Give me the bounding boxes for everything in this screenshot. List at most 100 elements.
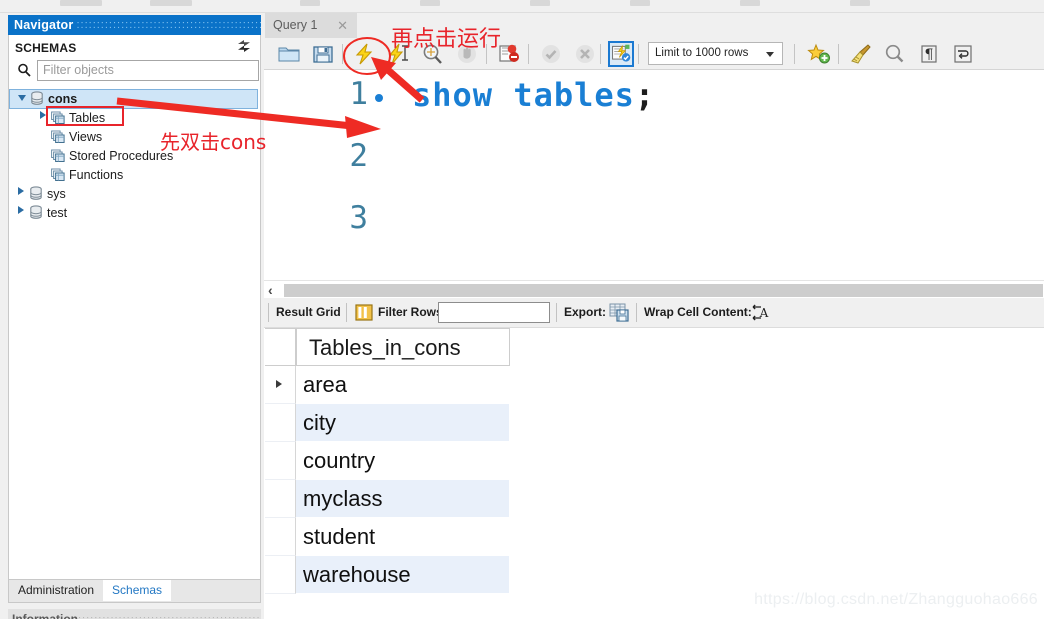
query-toolbar: Limit to 1000 rows ¶: [264, 38, 1044, 70]
mysql-workbench-window: Navigator:::::::::::::::::::::::::::::::…: [0, 0, 1044, 619]
execute-statement-button[interactable]: [352, 42, 378, 66]
explain-query-button[interactable]: [420, 42, 446, 66]
tree-item-test[interactable]: test: [9, 204, 260, 223]
grid-corner-cell[interactable]: [265, 328, 296, 366]
autocommit-toggle-button[interactable]: [608, 41, 634, 67]
tree-item-label: Views: [69, 130, 103, 144]
search-icon: [17, 63, 31, 77]
table-cell[interactable]: country: [296, 442, 510, 480]
table-cell[interactable]: city: [296, 404, 510, 442]
navigator-tab-label: Administration: [18, 583, 95, 597]
table-row[interactable]: country: [265, 442, 510, 480]
chevron-down-icon[interactable]: [14, 90, 30, 108]
result-grid: Tables_in_cons area city country myclass stud…: [264, 328, 1044, 619]
editor-tab-strip: Query 1 ✕: [264, 13, 1044, 38]
export-recordset-icon[interactable]: [608, 302, 630, 324]
filter-rows-label: Filter Rows:: [378, 305, 447, 319]
navigator-tab-schemas[interactable]: Schemas: [103, 580, 172, 601]
table-row[interactable]: warehouse: [265, 556, 510, 594]
stop-execution-button: [454, 42, 480, 66]
row-header-cell[interactable]: [265, 366, 296, 404]
tree-item-label: Stored Procedures: [69, 149, 174, 163]
table-cell[interactable]: myclass: [296, 480, 510, 518]
tree-item-label: Functions: [69, 168, 124, 182]
main-toolbar-sliver: [0, 0, 1044, 13]
save-sql-file-button[interactable]: [310, 42, 336, 66]
navigator-panel: Navigator:::::::::::::::::::::::::::::::…: [0, 13, 264, 619]
open-sql-file-button[interactable]: [276, 42, 302, 66]
tab-query-1[interactable]: Query 1 ✕: [265, 13, 357, 38]
views-icon: [51, 128, 69, 147]
refresh-icon[interactable]: [236, 39, 252, 53]
toggle-stop-on-error-button[interactable]: [496, 42, 522, 66]
results-toolbar: Result Grid Filter Rows: Export: Wrap Ce…: [264, 298, 1044, 328]
tree-item-functions[interactable]: Functions: [9, 166, 260, 185]
tree-item-views[interactable]: Views: [9, 128, 260, 147]
schema-icon: [29, 185, 47, 204]
schemas-label: SCHEMAS: [15, 41, 77, 55]
chevron-down-icon[interactable]: [766, 52, 774, 57]
execute-current-button[interactable]: [386, 42, 412, 66]
row-limit-select[interactable]: Limit to 1000 rows: [648, 42, 783, 65]
row-header-cell[interactable]: [265, 404, 296, 442]
wrap-cell-label: Wrap Cell Content:: [644, 305, 752, 319]
filter-objects-row: Filter objects: [9, 59, 260, 85]
schema-icon: [29, 204, 47, 223]
close-icon[interactable]: ✕: [337, 13, 348, 38]
statement-marker-icon[interactable]: [375, 94, 383, 102]
cons-highlight-box: [46, 106, 124, 126]
information-panel-header: Information:::::::::::::::::::::::::::::…: [8, 609, 261, 619]
wrap-cell-icon[interactable]: A: [750, 303, 770, 323]
commit-button: [538, 42, 564, 66]
row-header-cell[interactable]: [265, 518, 296, 556]
navigator-title-bar: Navigator:::::::::::::::::::::::::::::::…: [8, 15, 261, 35]
chevron-right-icon[interactable]: [13, 204, 29, 223]
result-grid-label[interactable]: Result Grid: [276, 305, 341, 319]
filter-rows-input[interactable]: [438, 302, 550, 323]
row-header-cell[interactable]: [265, 556, 296, 594]
table-cell[interactable]: area: [296, 366, 510, 404]
table-row[interactable]: city: [265, 404, 510, 442]
svg-text:A: A: [759, 306, 769, 320]
navigator-title-dots: ::::::::::::::::::::::::::::::::::::::::…: [76, 19, 261, 31]
table-row[interactable]: student: [265, 518, 510, 556]
grid-columns-icon[interactable]: [354, 303, 374, 323]
beautify-query-button[interactable]: [848, 42, 874, 66]
toggle-wrapping-button[interactable]: [950, 42, 976, 66]
sql-statement-terminator: ;: [634, 76, 656, 114]
editor-line-number: 2: [349, 138, 368, 174]
tab-query-1-label: Query 1: [273, 18, 318, 32]
filter-objects-placeholder: Filter objects: [43, 63, 114, 77]
grid-column-header[interactable]: Tables_in_cons: [296, 328, 510, 366]
navigator-tab-administration[interactable]: Administration: [9, 580, 103, 601]
find-button[interactable]: [882, 42, 908, 66]
query-editor-area: Query 1 ✕ Limit to 1000 rows ¶ 1 show ta…: [264, 13, 1044, 619]
editor-code-line[interactable]: show tables;: [412, 76, 655, 114]
editor-collapse-bar[interactable]: ‹: [264, 280, 1044, 298]
table-cell[interactable]: student: [296, 518, 510, 556]
sql-editor[interactable]: 1 show tables; 2 3: [264, 70, 1044, 280]
information-label: Information: [12, 612, 78, 619]
chevron-left-icon[interactable]: ‹: [268, 282, 273, 298]
tree-item-label: test: [47, 206, 68, 220]
row-header-cell[interactable]: [265, 480, 296, 518]
row-header-cell[interactable]: [265, 442, 296, 480]
editor-scroll-track[interactable]: [284, 284, 1043, 297]
routines-icon: [51, 147, 69, 166]
toggle-invisible-chars-button[interactable]: ¶: [916, 42, 942, 66]
information-dots: ::::::::::::::::::::::::::::::::::::::::…: [78, 614, 261, 619]
navigator-tab-label: Schemas: [112, 583, 163, 597]
table-cell[interactable]: warehouse: [296, 556, 510, 594]
editor-line-number: 1: [349, 76, 368, 112]
tree-item-stored-procedures[interactable]: Stored Procedures: [9, 147, 260, 166]
filter-objects-input[interactable]: Filter objects: [37, 60, 259, 81]
chevron-right-icon[interactable]: [13, 185, 29, 204]
row-limit-label: Limit to 1000 rows: [655, 47, 749, 59]
save-snippet-button[interactable]: [806, 42, 832, 66]
tree-item-sys[interactable]: sys: [9, 185, 260, 204]
current-row-marker-icon: [276, 380, 282, 388]
table-row[interactable]: myclass: [265, 480, 510, 518]
routines-icon: [51, 166, 69, 185]
table-row[interactable]: area: [265, 366, 510, 404]
editor-line-number: 3: [349, 200, 368, 236]
